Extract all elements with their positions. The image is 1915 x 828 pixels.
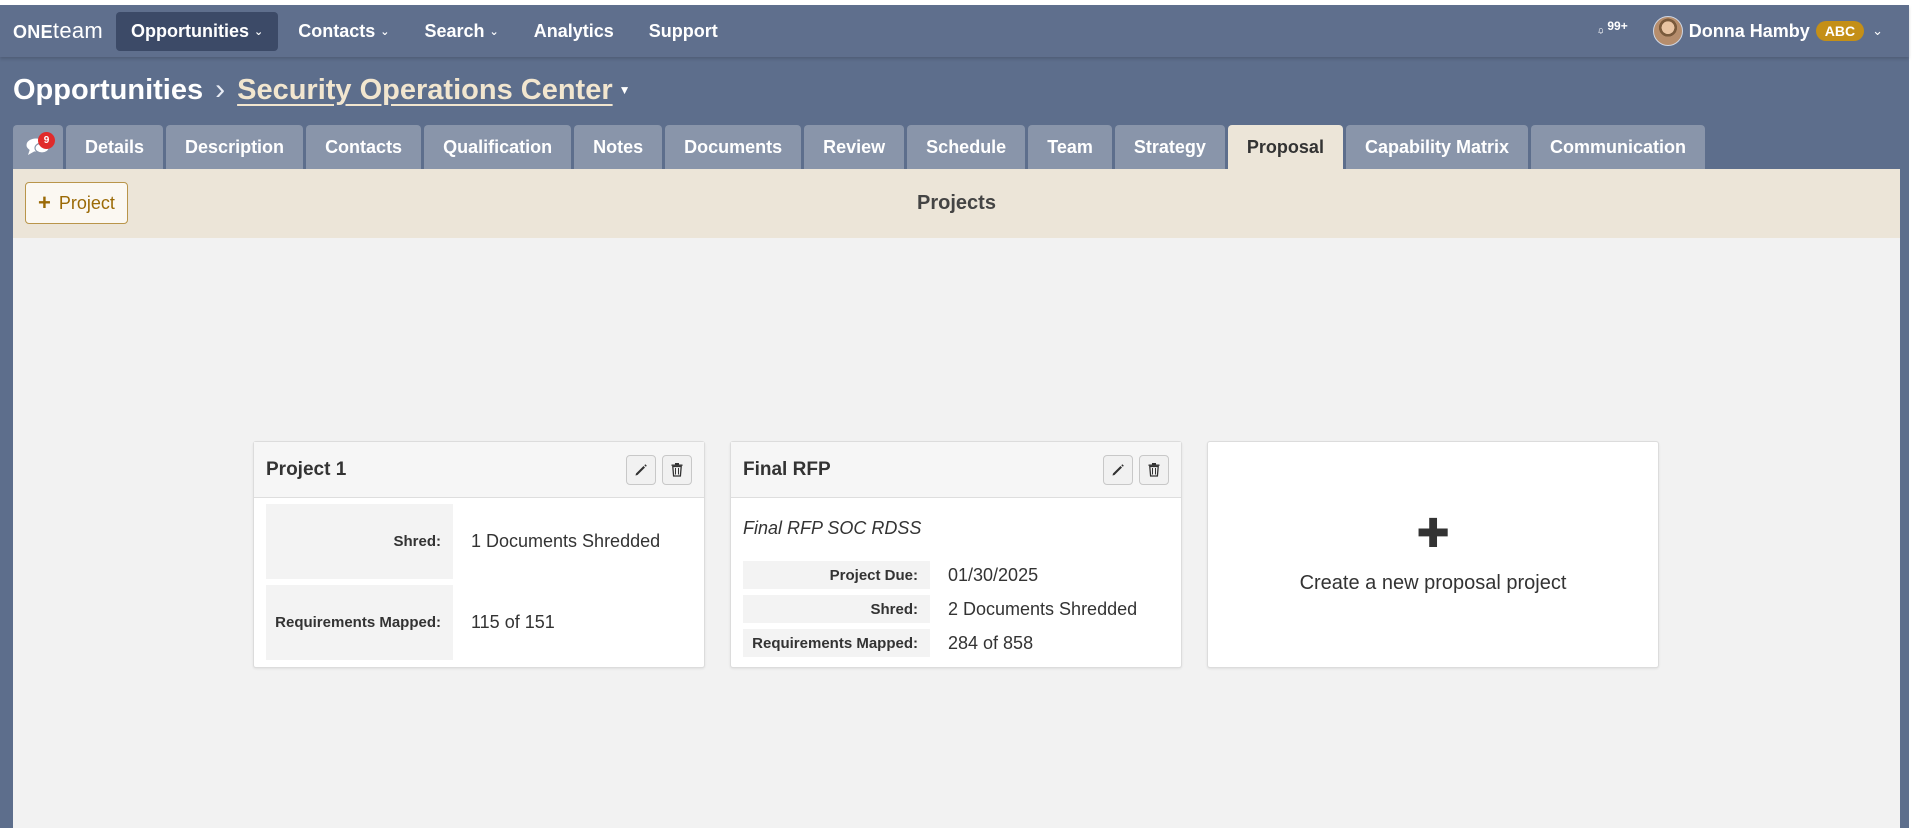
notifications-button[interactable]: 99+	[1597, 16, 1628, 46]
nav-search[interactable]: Search ⌄	[409, 12, 513, 51]
nav-opportunities[interactable]: Opportunities ⌄	[116, 11, 279, 51]
notification-count: 99+	[1607, 19, 1628, 33]
tab-proposal[interactable]: Proposal	[1227, 125, 1343, 169]
oneteam-logo[interactable]: ONEteam	[13, 18, 103, 44]
user-org-badge: ABC	[1815, 21, 1865, 41]
opportunity-tabs: 9 Details Description Contacts Qualifica…	[13, 125, 1708, 169]
main-nav: Opportunities ⌄ Contacts ⌄ Search ⌄ Analyti…	[116, 11, 738, 51]
project-field-row: Requirements Mapped: 115 of 151	[266, 585, 692, 660]
project-card-header: Final RFP	[731, 442, 1181, 498]
project-field-row: Requirements Mapped: 284 of 858	[743, 629, 1169, 657]
panel-header: + Project Projects	[13, 169, 1900, 238]
project-card: Project 1 Shred: 1 Documents Shredded Re…	[253, 441, 705, 668]
plus-icon: ✚	[1416, 512, 1450, 556]
trash-icon	[1148, 463, 1160, 477]
field-value: 284 of 858	[948, 632, 1034, 653]
field-label: Requirements Mapped:	[266, 585, 453, 660]
nav-analytics[interactable]: Analytics	[519, 12, 629, 51]
top-navbar: ONEteam Opportunities ⌄ Contacts ⌄ Search ⌄…	[0, 5, 1909, 57]
chevron-down-icon: ⌄	[489, 25, 499, 38]
pencil-icon	[1112, 463, 1124, 475]
bell-icon	[1597, 28, 1604, 34]
project-card-body: Final RFP SOC RDSS Project Due: 01/30/20…	[731, 498, 1181, 669]
field-label: Requirements Mapped:	[743, 629, 930, 657]
tab-notes[interactable]: Notes	[574, 125, 663, 169]
project-actions	[626, 454, 692, 485]
tab-schedule[interactable]: Schedule	[907, 125, 1026, 169]
nav-contacts[interactable]: Contacts ⌄	[283, 12, 404, 51]
field-value: 1 Documents Shredded	[471, 531, 661, 551]
project-field-row: Shred: 1 Documents Shredded	[266, 504, 692, 579]
create-project-label: Create a new proposal project	[1299, 572, 1567, 594]
field-value: 2 Documents Shredded	[948, 598, 1138, 619]
user-name: Donna Hamby	[1688, 20, 1810, 41]
delete-project-button[interactable]	[1139, 454, 1169, 485]
project-card-header: Project 1	[254, 442, 704, 498]
pencil-icon	[635, 463, 647, 475]
tab-review[interactable]: Review	[804, 125, 905, 169]
logo-bold-text: ONE	[13, 22, 53, 42]
tab-description[interactable]: Description	[166, 125, 304, 169]
nav-support[interactable]: Support	[634, 12, 733, 51]
field-label: Shred:	[743, 595, 930, 623]
tab-details[interactable]: Details	[66, 125, 164, 169]
tab-team[interactable]: Team	[1028, 125, 1112, 169]
field-label: Shred:	[266, 504, 453, 579]
project-card: Final RFP Final RFP SOC RDSS Project Due…	[730, 441, 1182, 668]
project-subtitle: Final RFP SOC RDSS	[743, 518, 922, 538]
chevron-right-icon: ›	[215, 73, 226, 106]
project-title: Project 1	[266, 458, 347, 480]
logo-light-text: team	[52, 18, 104, 43]
nav-search-label: Search	[424, 20, 485, 41]
field-value: 115 of 151	[471, 612, 555, 632]
chat-count-badge: 9	[38, 132, 55, 149]
trash-icon	[671, 463, 683, 477]
avatar	[1652, 16, 1683, 46]
panel-title: Projects	[917, 192, 996, 214]
delete-project-button[interactable]	[662, 454, 692, 485]
project-field-row: Project Due: 01/30/2025	[743, 561, 1169, 589]
create-project-card[interactable]: ✚ Create a new proposal project	[1207, 441, 1659, 668]
add-project-label: Project	[58, 192, 115, 213]
project-card-body: Shred: 1 Documents Shredded Requirements…	[254, 498, 704, 672]
add-project-button[interactable]: + Project	[25, 182, 128, 224]
tab-contacts[interactable]: Contacts	[306, 125, 422, 169]
tab-strategy[interactable]: Strategy	[1114, 125, 1225, 169]
chevron-down-icon: ⌄	[254, 25, 264, 38]
field-value: 01/30/2025	[948, 564, 1039, 585]
tab-communication[interactable]: Communication	[1531, 125, 1706, 169]
user-menu[interactable]: Donna Hamby ABC ⌄	[1652, 16, 1883, 46]
edit-project-button[interactable]	[1103, 454, 1133, 485]
nav-support-label: Support	[648, 20, 718, 41]
window-right-edge	[1909, 0, 1915, 828]
chevron-down-icon: ⌄	[1872, 23, 1883, 38]
caret-down-icon[interactable]: ▼	[619, 83, 631, 97]
project-title: Final RFP	[743, 458, 831, 480]
breadcrumb-root[interactable]: Opportunities	[13, 74, 203, 107]
edit-project-button[interactable]	[626, 454, 656, 485]
chevron-down-icon: ⌄	[380, 25, 390, 38]
nav-right-section: 99+ Donna Hamby ABC ⌄	[1597, 16, 1883, 46]
project-actions	[1103, 454, 1169, 485]
tab-documents[interactable]: Documents	[665, 125, 802, 169]
breadcrumb-current[interactable]: Security Operations Center	[237, 74, 613, 107]
breadcrumb: Opportunities › Security Operations Cent…	[13, 73, 631, 107]
field-label: Project Due:	[743, 561, 930, 589]
nav-opportunities-label: Opportunities	[131, 20, 250, 41]
tab-chat[interactable]: 9	[13, 125, 63, 169]
tab-qualification[interactable]: Qualification	[424, 125, 572, 169]
tab-capability-matrix[interactable]: Capability Matrix	[1345, 125, 1528, 169]
plus-icon: +	[38, 190, 51, 215]
nav-contacts-label: Contacts	[298, 20, 376, 41]
project-field-row: Shred: 2 Documents Shredded	[743, 595, 1169, 623]
nav-analytics-label: Analytics	[533, 20, 614, 41]
